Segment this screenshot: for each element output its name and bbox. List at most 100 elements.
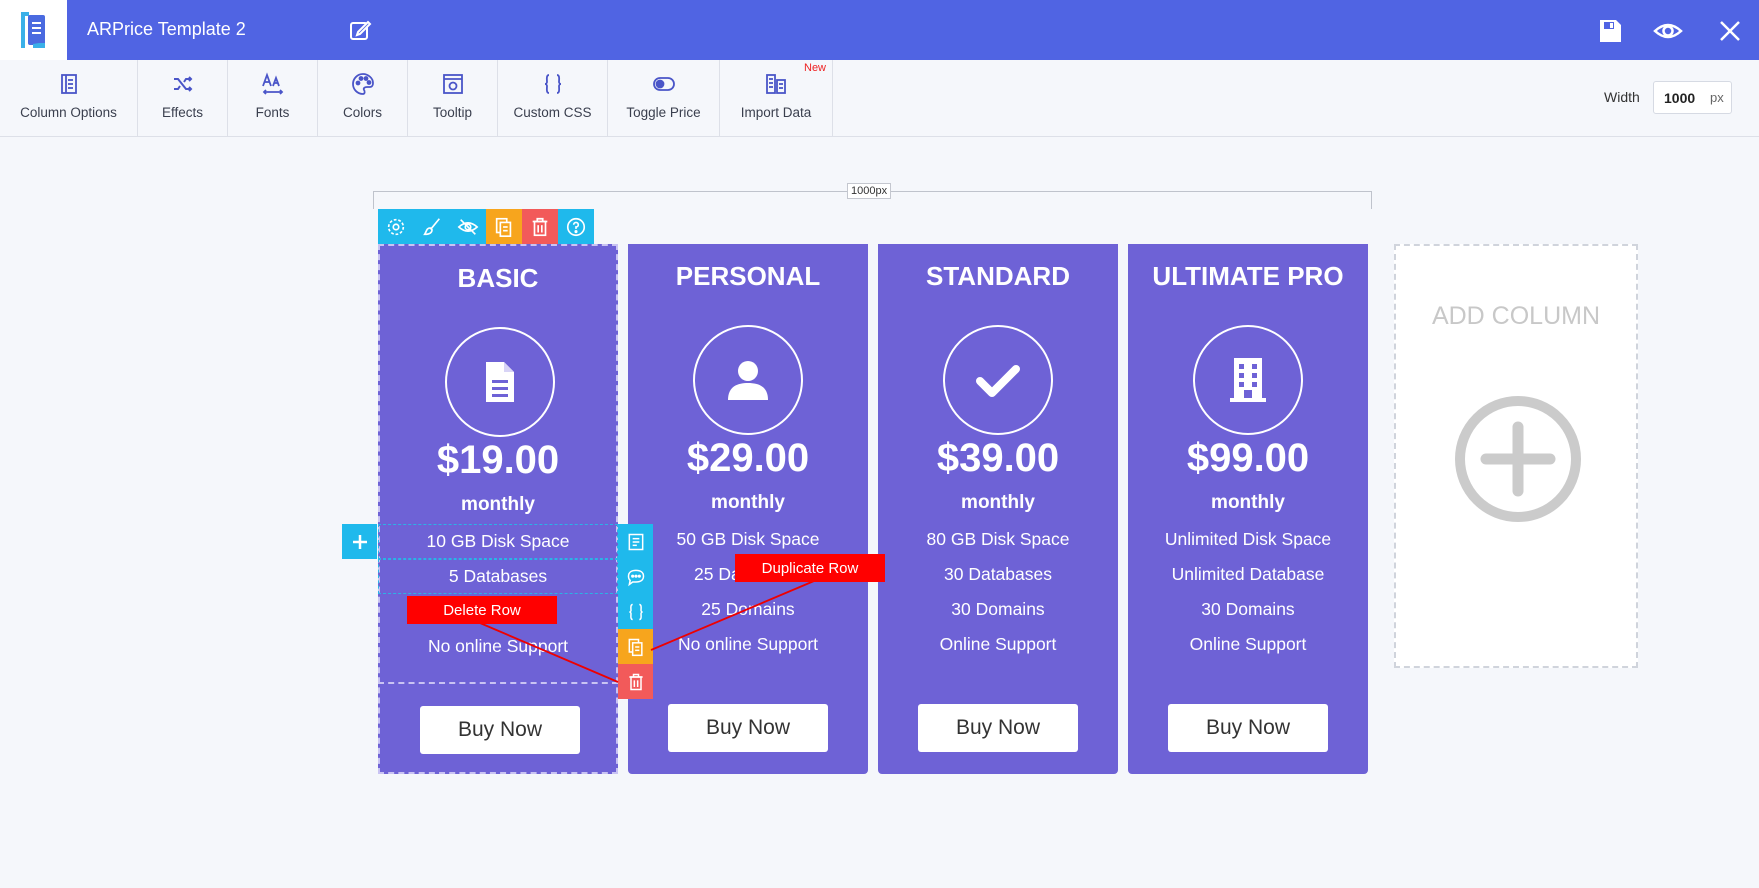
eye-slash-icon bbox=[457, 218, 479, 235]
help-icon bbox=[566, 217, 586, 236]
feature-row[interactable]: 25 Da bbox=[694, 564, 741, 585]
buy-now-button[interactable]: Buy Now bbox=[1168, 704, 1328, 752]
column-period: monthly bbox=[961, 492, 1035, 513]
new-badge: New bbox=[804, 62, 827, 74]
row-edit-button[interactable] bbox=[618, 524, 653, 559]
palette-icon bbox=[351, 73, 374, 95]
toolbar-colors[interactable]: Colors bbox=[318, 60, 408, 137]
feature-row[interactable]: Unlimited Database bbox=[1128, 564, 1368, 585]
width-value: 1000 bbox=[1664, 90, 1696, 106]
comment-icon bbox=[627, 569, 644, 586]
column-icon-circle bbox=[1193, 325, 1303, 435]
shuffle-icon bbox=[173, 76, 192, 92]
column-price: $19.00 bbox=[436, 438, 560, 482]
width-unit: px bbox=[1710, 90, 1724, 105]
ruler-label: 1000px bbox=[847, 183, 892, 199]
pricing-column-ultimate-pro[interactable]: ULTIMATE PRO $99.00 monthly Unlimited Di… bbox=[1128, 244, 1368, 774]
column-toolbar bbox=[378, 209, 594, 244]
feature-row[interactable]: 30 Databases bbox=[878, 564, 1118, 585]
toolbar-label: Import Data bbox=[740, 105, 812, 120]
template-title: ARPrice Template 2 bbox=[87, 19, 246, 39]
trash-icon bbox=[532, 217, 548, 236]
feature-row[interactable]: Online Support bbox=[878, 634, 1118, 655]
toggle-icon bbox=[652, 77, 675, 91]
column-title: PERSONAL bbox=[675, 261, 821, 291]
feature-row[interactable]: 25 Domains bbox=[628, 599, 868, 620]
pricing-column-basic[interactable]: BASIC $19.00 monthly 10 GB Disk Space 5 … bbox=[378, 244, 618, 774]
add-circle-icon bbox=[1455, 396, 1581, 522]
width-label: Width bbox=[1604, 89, 1640, 105]
header-bar: ARPrice Template 2 bbox=[0, 0, 1759, 60]
toolbar-custom-css[interactable]: Custom CSS bbox=[498, 60, 608, 137]
column-icon-circle bbox=[943, 325, 1053, 435]
duplicate-row-callout: Duplicate Row bbox=[735, 554, 885, 582]
copy-icon bbox=[628, 638, 643, 656]
row-css-button[interactable] bbox=[618, 594, 653, 629]
column-duplicate-button[interactable] bbox=[486, 209, 522, 244]
plus-icon bbox=[352, 534, 367, 549]
toolbar-label: Effects bbox=[161, 105, 204, 120]
add-column-button[interactable]: ADD COLUMN bbox=[1394, 244, 1638, 668]
trash-icon bbox=[628, 673, 643, 690]
brush-icon bbox=[423, 217, 440, 235]
feature-row[interactable]: 80 GB Disk Space bbox=[878, 529, 1118, 550]
row-duplicate-button[interactable] bbox=[618, 629, 653, 664]
column-icon-circle bbox=[693, 325, 803, 435]
save-icon[interactable] bbox=[1595, 16, 1625, 46]
copy-icon bbox=[495, 217, 512, 237]
toolbar-toggle-price[interactable]: Toggle Price bbox=[608, 60, 720, 137]
feature-row[interactable]: Unlimited Disk Space bbox=[1128, 529, 1368, 550]
column-hide-button[interactable] bbox=[450, 209, 486, 244]
edit-title-icon[interactable] bbox=[348, 18, 372, 42]
toolbar-label: Custom CSS bbox=[513, 105, 592, 120]
feature-row[interactable]: Online Support bbox=[1128, 634, 1368, 655]
column-style-button[interactable] bbox=[414, 209, 450, 244]
app-logo bbox=[0, 0, 67, 60]
tooltip-icon bbox=[442, 74, 463, 94]
column-help-button[interactable] bbox=[558, 209, 594, 244]
column-period: monthly bbox=[461, 494, 535, 515]
braces-icon bbox=[628, 603, 643, 620]
feature-row[interactable]: 30 Domains bbox=[878, 599, 1118, 620]
toolbar-fonts[interactable]: Fonts bbox=[228, 60, 318, 137]
toolbar-column-options[interactable]: Column Options bbox=[0, 60, 138, 137]
toolbar-label: Colors bbox=[342, 105, 382, 120]
close-icon[interactable] bbox=[1715, 16, 1745, 46]
column-price: $29.00 bbox=[686, 436, 810, 480]
column-period: monthly bbox=[1211, 492, 1285, 513]
row-tooltip-button[interactable] bbox=[618, 559, 653, 594]
pricing-column-personal[interactable]: PERSONAL $29.00 monthly 50 GB Disk Space… bbox=[628, 244, 868, 774]
column-settings-button[interactable] bbox=[378, 209, 414, 244]
column-title: STANDARD bbox=[926, 261, 1070, 291]
buy-now-button[interactable]: Buy Now bbox=[668, 704, 828, 752]
toolbar-effects[interactable]: Effects bbox=[138, 60, 228, 137]
row-text-icon bbox=[628, 533, 643, 550]
width-input[interactable]: 1000 px bbox=[1653, 81, 1732, 114]
column-period: monthly bbox=[711, 492, 785, 513]
document-icon bbox=[486, 362, 514, 402]
toolbar-label: Toggle Price bbox=[626, 105, 701, 120]
import-icon bbox=[766, 74, 786, 94]
preview-eye-icon[interactable] bbox=[1653, 16, 1683, 46]
column-icon-circle bbox=[445, 327, 555, 437]
add-row-button[interactable] bbox=[342, 524, 377, 559]
buy-now-button[interactable]: Buy Now bbox=[420, 706, 580, 754]
row-delete-button[interactable] bbox=[618, 664, 653, 699]
toolbar-tooltip[interactable]: Tooltip bbox=[408, 60, 498, 137]
toolbar-label: Tooltip bbox=[432, 105, 473, 120]
toolbar-label: Column Options bbox=[20, 105, 117, 120]
column-title: BASIC bbox=[457, 263, 539, 293]
column-options-icon bbox=[60, 74, 77, 94]
feature-row[interactable]: 50 GB Disk Space bbox=[628, 529, 868, 550]
braces-icon bbox=[544, 74, 561, 94]
feature-row[interactable]: 30 Domains bbox=[1128, 599, 1368, 620]
column-delete-button[interactable] bbox=[522, 209, 558, 244]
logo-icon bbox=[20, 12, 45, 48]
add-column-label: ADD COLUMN bbox=[1431, 302, 1601, 330]
check-icon bbox=[976, 365, 1020, 397]
feature-row[interactable]: No online Support bbox=[628, 634, 868, 655]
buy-now-button[interactable]: Buy Now bbox=[918, 704, 1078, 752]
editor-toolbar: Column Options Effects Fonts Colors Tool… bbox=[0, 60, 1759, 137]
pricing-column-standard[interactable]: STANDARD $39.00 monthly 80 GB Disk Space… bbox=[878, 244, 1118, 774]
building-icon bbox=[1230, 358, 1266, 402]
